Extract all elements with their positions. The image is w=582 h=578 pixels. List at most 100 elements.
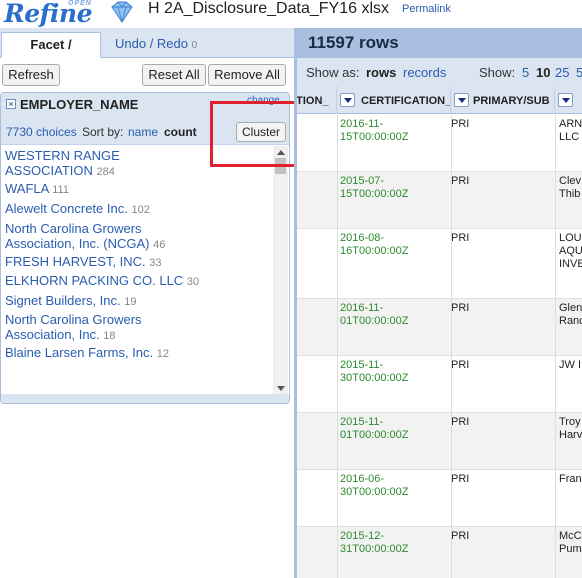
employer-part: McC xyxy=(559,530,582,542)
remove-all-button[interactable]: Remove All xyxy=(208,64,286,86)
employer-cell[interactable]: Troy Harv xyxy=(559,416,582,442)
highlight-box xyxy=(210,101,306,167)
certification-date-cell[interactable]: 2016-06- 30T00:00:00Z xyxy=(340,473,450,499)
primary-sub-cell[interactable]: PRI xyxy=(451,530,551,543)
column-divider xyxy=(451,115,452,578)
facet-choice[interactable]: Blaine Larsen Farms, Inc. 12 xyxy=(5,345,267,362)
sort-by-name-link[interactable]: name xyxy=(128,125,158,139)
certification-date-cell[interactable]: 2016-11- 15T00:00:00Z xyxy=(340,118,450,144)
show-as-records[interactable]: records xyxy=(403,65,446,80)
employer-cell[interactable]: McC Pum xyxy=(559,530,582,556)
facet-choice-list: WESTERN RANGE ASSOCIATION 284 WAFLA 111 … xyxy=(1,146,273,394)
refresh-button[interactable]: Refresh xyxy=(2,64,60,86)
choice-count: 46 xyxy=(153,239,166,251)
facet-choices-count[interactable]: 7730 choices xyxy=(6,125,77,139)
chevron-down-icon[interactable] xyxy=(558,93,573,107)
choice-name: FRESH HARVEST, INC. xyxy=(5,254,146,269)
date-part: 2016-06- xyxy=(340,473,385,485)
employer-part: Harv xyxy=(559,429,582,441)
certification-date-cell[interactable]: 2015-11- 30T00:00:00Z xyxy=(340,359,450,385)
employer-part: Glen xyxy=(559,302,582,314)
page-size-10[interactable]: 10 xyxy=(536,65,550,80)
sort-by-count-selected[interactable]: count xyxy=(164,125,197,139)
certification-date-cell[interactable]: 2015-12- 31T00:00:00Z xyxy=(340,530,450,556)
primary-sub-cell[interactable]: PRI xyxy=(451,302,551,315)
primary-sub-cell[interactable]: PRI xyxy=(451,175,551,188)
table-row[interactable]: 2015-11- 30T00:00:00Z PRI JW I xyxy=(297,356,582,413)
facet-choice[interactable]: ELKHORN PACKING CO. LLC 30 xyxy=(5,273,267,290)
employer-cell[interactable]: JW I xyxy=(559,359,582,372)
employer-part: Ranc xyxy=(559,315,582,327)
choice-name-cont: ASSOCIATION xyxy=(5,163,93,178)
employer-cell[interactable]: Glen Ranc xyxy=(559,302,582,328)
chevron-down-icon[interactable] xyxy=(340,93,355,107)
date-part: 01T00:00:00Z xyxy=(340,315,409,327)
table-row[interactable]: 2016-11- 01T00:00:00Z PRI Glen Ranc xyxy=(297,299,582,356)
facet-choice[interactable]: North Carolina Growers Association, Inc.… xyxy=(5,312,267,344)
date-part: 30T00:00:00Z xyxy=(340,486,409,498)
employer-cell[interactable]: ARN LLC xyxy=(559,118,582,144)
undo-count: 0 xyxy=(191,40,198,51)
table-row[interactable]: 2015-11- 01T00:00:00Z PRI Troy Harv xyxy=(297,413,582,470)
employer-part: LOU xyxy=(559,232,582,244)
table-row[interactable]: 2015-07- 15T00:00:00Z PRI Clev Thib xyxy=(297,172,582,229)
employer-part: AQU xyxy=(559,245,582,257)
tab-facet-filter[interactable]: Facet / Filter xyxy=(1,32,101,76)
employer-cell[interactable]: LOU AQU INVE xyxy=(559,232,582,271)
employer-cell[interactable]: Fran xyxy=(559,473,582,486)
employer-cell[interactable]: Clev Thib xyxy=(559,175,582,201)
scroll-down-icon[interactable] xyxy=(277,386,285,391)
choice-count: 102 xyxy=(131,204,150,216)
page-size-5[interactable]: 5 xyxy=(522,65,529,80)
date-part: 30T00:00:00Z xyxy=(340,372,409,384)
openrefine-logo[interactable]: Refine OPEN xyxy=(4,0,133,28)
table-row[interactable]: 2016-06- 30T00:00:00Z PRI Fran xyxy=(297,470,582,527)
primary-sub-cell[interactable]: PRI xyxy=(451,416,551,429)
column-header[interactable]: ATION_ xyxy=(297,86,337,114)
page-size-50[interactable]: 50 xyxy=(576,65,582,80)
date-part: 2016-11- xyxy=(340,302,384,314)
column-header[interactable]: CERTIFICATION_ xyxy=(337,86,451,114)
employer-part: LLC xyxy=(559,131,580,143)
choice-name: WESTERN RANGE xyxy=(5,148,120,163)
sort-by-label: Sort by: xyxy=(82,125,124,139)
choice-name: ELKHORN PACKING CO. LLC xyxy=(5,273,184,288)
choice-count: 33 xyxy=(149,257,162,269)
reset-all-button[interactable]: Reset All xyxy=(142,64,206,86)
facet-choice[interactable]: FRESH HARVEST, INC. 33 xyxy=(5,254,267,271)
rows-count-title: 11597 rows xyxy=(308,33,399,52)
choice-count: 284 xyxy=(96,166,115,178)
certification-date-cell[interactable]: 2016-11- 01T00:00:00Z xyxy=(340,302,450,328)
tab-undo-redo-label: Undo / Redo xyxy=(115,36,188,51)
permalink-link[interactable]: Permalink xyxy=(402,3,451,15)
table-row[interactable]: 2015-12- 31T00:00:00Z PRI McC Pum xyxy=(297,527,582,578)
tab-undo-redo[interactable]: Undo / Redo 0 xyxy=(104,32,208,58)
chevron-down-icon[interactable] xyxy=(454,93,469,107)
facet-choice[interactable]: Signet Builders, Inc. 19 xyxy=(5,293,267,310)
primary-sub-cell[interactable]: PRI xyxy=(451,118,551,131)
facet-choice[interactable]: WAFLA 111 xyxy=(5,181,267,198)
page-size-25[interactable]: 25 xyxy=(555,65,569,80)
facet-choice[interactable]: Alewelt Concrete Inc. 102 xyxy=(5,201,267,218)
table-row[interactable]: 2016-11- 15T00:00:00Z PRI ARN LLC xyxy=(297,115,582,172)
column-header[interactable]: PRIMARY/SUB xyxy=(451,86,555,114)
show-as-rows[interactable]: rows xyxy=(366,65,396,80)
date-part: 2015-07- xyxy=(340,175,385,187)
certification-date-cell[interactable]: 2016-08- 16T00:00:00Z xyxy=(340,232,450,258)
primary-sub-cell[interactable]: PRI xyxy=(451,473,551,486)
primary-sub-cell[interactable]: PRI xyxy=(451,232,551,245)
choice-name: WAFLA xyxy=(5,181,49,196)
certification-date-cell[interactable]: 2015-11- 01T00:00:00Z xyxy=(340,416,450,442)
primary-sub-cell[interactable]: PRI xyxy=(451,359,551,372)
choice-count: 19 xyxy=(124,296,137,308)
facet-scrollbar[interactable] xyxy=(273,146,288,395)
certification-date-cell[interactable]: 2015-07- 15T00:00:00Z xyxy=(340,175,450,201)
choice-name: North Carolina Growers xyxy=(5,312,142,327)
column-header[interactable] xyxy=(555,86,582,114)
choice-count: 18 xyxy=(103,330,116,342)
project-name[interactable]: H 2A_Disclosure_Data_FY16 xlsx xyxy=(148,0,389,18)
facet-choice[interactable]: North Carolina Growers Association, Inc.… xyxy=(5,221,267,253)
table-row[interactable]: 2016-08- 16T00:00:00Z PRI LOU AQU INVE xyxy=(297,229,582,299)
column-header-row: ATION_ CERTIFICATION_ PRIMARY/SUB xyxy=(297,86,582,114)
close-icon[interactable]: × xyxy=(6,99,16,109)
